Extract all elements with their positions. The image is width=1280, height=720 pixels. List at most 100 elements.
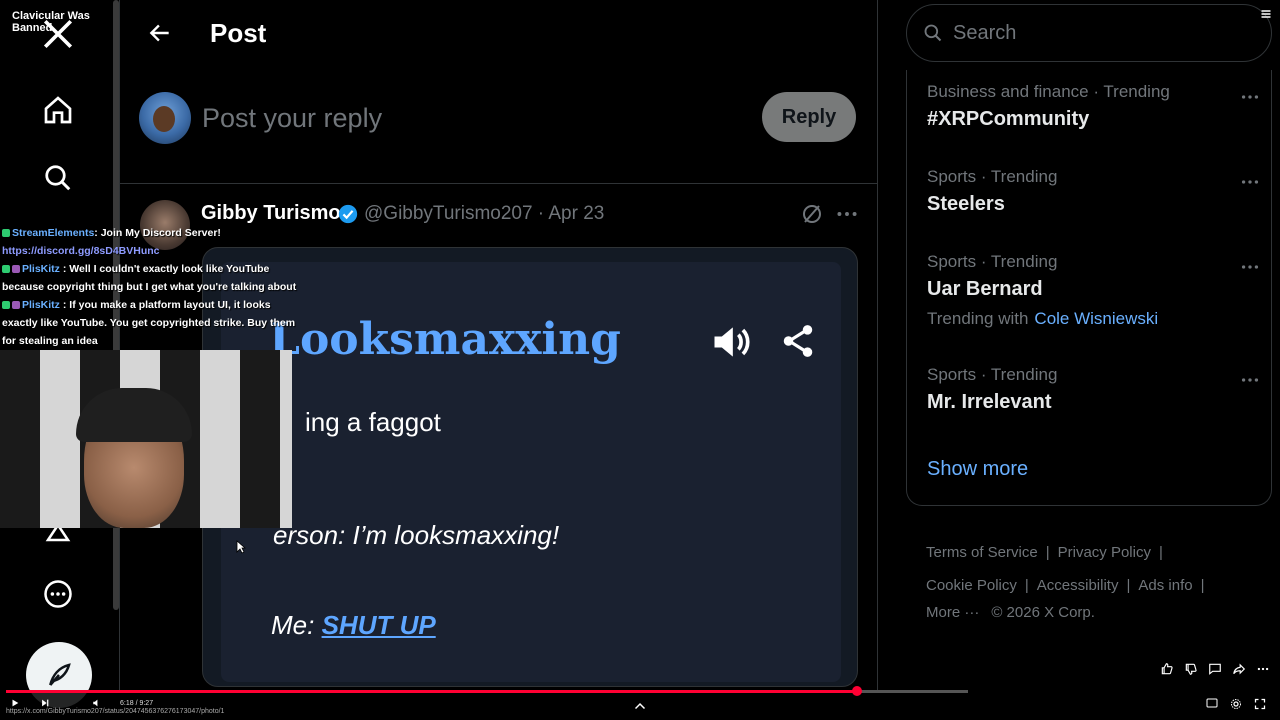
trend-more-icon[interactable] (1239, 369, 1261, 391)
search-icon (924, 24, 942, 42)
progress-track[interactable] (6, 686, 968, 696)
divider: | (1158, 544, 1163, 561)
trend-item[interactable]: Business and finance · Trending #XRPComm… (927, 82, 1259, 131)
badge-icon (2, 301, 10, 309)
video-frame: Looksmaxxing ing a faggot erson: I’m loo… (221, 262, 841, 682)
video-player-bar: 6:18 / 9:27 https://x.com/GibbyTurismo20… (0, 686, 1280, 720)
avatar[interactable] (139, 92, 191, 144)
trend-category: Sports · Trending (927, 167, 1058, 186)
footer-links: Terms of Service | Privacy Policy | Cookie … (926, 536, 1256, 629)
chevron-up-icon[interactable] (634, 702, 646, 710)
grok-icon[interactable] (800, 202, 824, 226)
trends-panel: Business and finance · Trending #XRPComm… (906, 70, 1272, 506)
ads-info-link[interactable]: Ads info (1138, 577, 1192, 594)
comment-icon[interactable] (1208, 662, 1222, 676)
search-box[interactable] (906, 4, 1272, 62)
menu-icon[interactable] (1260, 8, 1272, 20)
divider: | (1126, 577, 1131, 594)
chat-username: StreamElements (12, 227, 95, 239)
home-icon[interactable] (38, 90, 78, 130)
trend-name: Uar Bernard (927, 278, 1043, 300)
dislike-icon[interactable] (1184, 662, 1198, 676)
badge-icon (12, 265, 20, 273)
divider: | (1200, 577, 1205, 594)
divider: | (1045, 544, 1050, 561)
stream-chat: StreamElements: Join My Discord Server! … (2, 224, 302, 350)
trend-with-label: Trending with (927, 309, 1029, 328)
verified-badge-icon (338, 204, 358, 224)
mouse-cursor-icon (236, 540, 246, 554)
tweet-more-icon[interactable] (834, 201, 860, 227)
media-caption-line: erson: I’m looksmaxxing! (273, 520, 560, 550)
trend-more-icon[interactable] (1239, 171, 1261, 193)
feather-icon (49, 663, 71, 686)
media-caption-line: ing a faggot (305, 407, 441, 437)
trend-more-icon[interactable] (1239, 86, 1261, 108)
chat-message: StreamElements: Join My Discord Server! (2, 224, 302, 242)
chat-text: : Join My Discord Server! (94, 227, 221, 239)
trend-name: Mr. Irrelevant (927, 391, 1052, 413)
trend-category: Sports · Trending (927, 365, 1058, 384)
captions-icon[interactable] (1206, 698, 1218, 708)
settings-gear-icon[interactable] (1230, 698, 1242, 710)
media-title-text: Looksmaxxing (269, 314, 621, 365)
like-icon[interactable] (1160, 662, 1174, 676)
video-actions (1160, 662, 1270, 676)
speaker-icon[interactable] (709, 320, 753, 364)
divider: | (1024, 577, 1029, 594)
fullscreen-icon[interactable] (1254, 698, 1266, 710)
share-video-icon[interactable] (1232, 662, 1246, 676)
media-caption-link: SHUT UP (321, 610, 436, 640)
video-time: 6:18 / 9:27 (120, 700, 154, 707)
trend-name: Steelers (927, 193, 1005, 215)
webcam-overlay (0, 350, 292, 528)
trend-with-link[interactable]: Cole Wisniewski (1034, 309, 1158, 328)
progress-scrubber[interactable] (852, 686, 863, 696)
explore-search-icon[interactable] (38, 158, 78, 198)
progress-fill (6, 690, 858, 693)
trend-item[interactable]: Sports · Trending Steelers (927, 167, 1259, 216)
badge-icon (2, 265, 10, 273)
next-icon[interactable] (40, 698, 50, 708)
share-icon[interactable] (779, 322, 817, 360)
reply-button[interactable]: Reply (762, 92, 856, 142)
back-arrow-icon[interactable] (140, 13, 180, 53)
trend-category: Sports · Trending (927, 252, 1058, 271)
tweet-author-name[interactable]: Gibby Turismo (201, 202, 341, 225)
chat-message: PlisKitz : If you make a platform layout… (2, 296, 302, 350)
trend-category: Business and finance · Trending (927, 82, 1170, 101)
trend-with: Trending with Cole Wisniewski (927, 309, 1257, 329)
right-sidebar: Business and finance · Trending #XRPComm… (880, 0, 1280, 690)
chat-message: https://discord.gg/8sD4BVHunc (2, 242, 302, 260)
more-options-icon[interactable] (38, 574, 78, 614)
media-caption-prefix: Me: (271, 610, 322, 640)
status-url: https://x.com/GibbyTurismo207/status/204… (6, 708, 225, 715)
more-link[interactable]: More ··· (926, 604, 979, 621)
trend-item[interactable]: Sports · Trending Mr. Irrelevant (927, 365, 1259, 414)
reply-input[interactable] (202, 100, 702, 136)
cookie-link[interactable]: Cookie Policy (926, 577, 1017, 594)
tweet-handle-date[interactable]: @GibbyTurismo207 · Apr 23 (364, 203, 604, 225)
play-icon[interactable] (10, 698, 20, 708)
chat-username: PlisKitz (22, 263, 60, 275)
accessibility-link[interactable]: Accessibility (1037, 577, 1119, 594)
terms-link[interactable]: Terms of Service (926, 544, 1038, 561)
chat-message: PlisKitz : Well I couldn't exactly look … (2, 260, 302, 296)
show-more-link[interactable]: Show more (927, 458, 1028, 481)
video-more-icon[interactable] (1256, 662, 1270, 676)
streamer-cap (76, 388, 192, 442)
post-header: Post (120, 0, 877, 66)
trend-name: #XRPCommunity (927, 108, 1090, 130)
page-title: Post (210, 17, 267, 48)
trend-item[interactable]: Sports · Trending Uar Bernard Trending w… (927, 252, 1259, 329)
badge-icon (2, 229, 10, 237)
chat-link[interactable]: https://discord.gg/8sD4BVHunc (2, 245, 160, 257)
volume-icon[interactable] (92, 698, 102, 708)
badge-icon (12, 301, 20, 309)
media-caption-line: Me: SHUT UP (271, 610, 436, 641)
privacy-link[interactable]: Privacy Policy (1058, 544, 1151, 561)
search-input[interactable] (953, 21, 1253, 45)
copyright: © 2026 X Corp. (991, 604, 1095, 621)
stream-title: Clavicular Was Banned (12, 10, 90, 34)
trend-more-icon[interactable] (1239, 256, 1261, 278)
